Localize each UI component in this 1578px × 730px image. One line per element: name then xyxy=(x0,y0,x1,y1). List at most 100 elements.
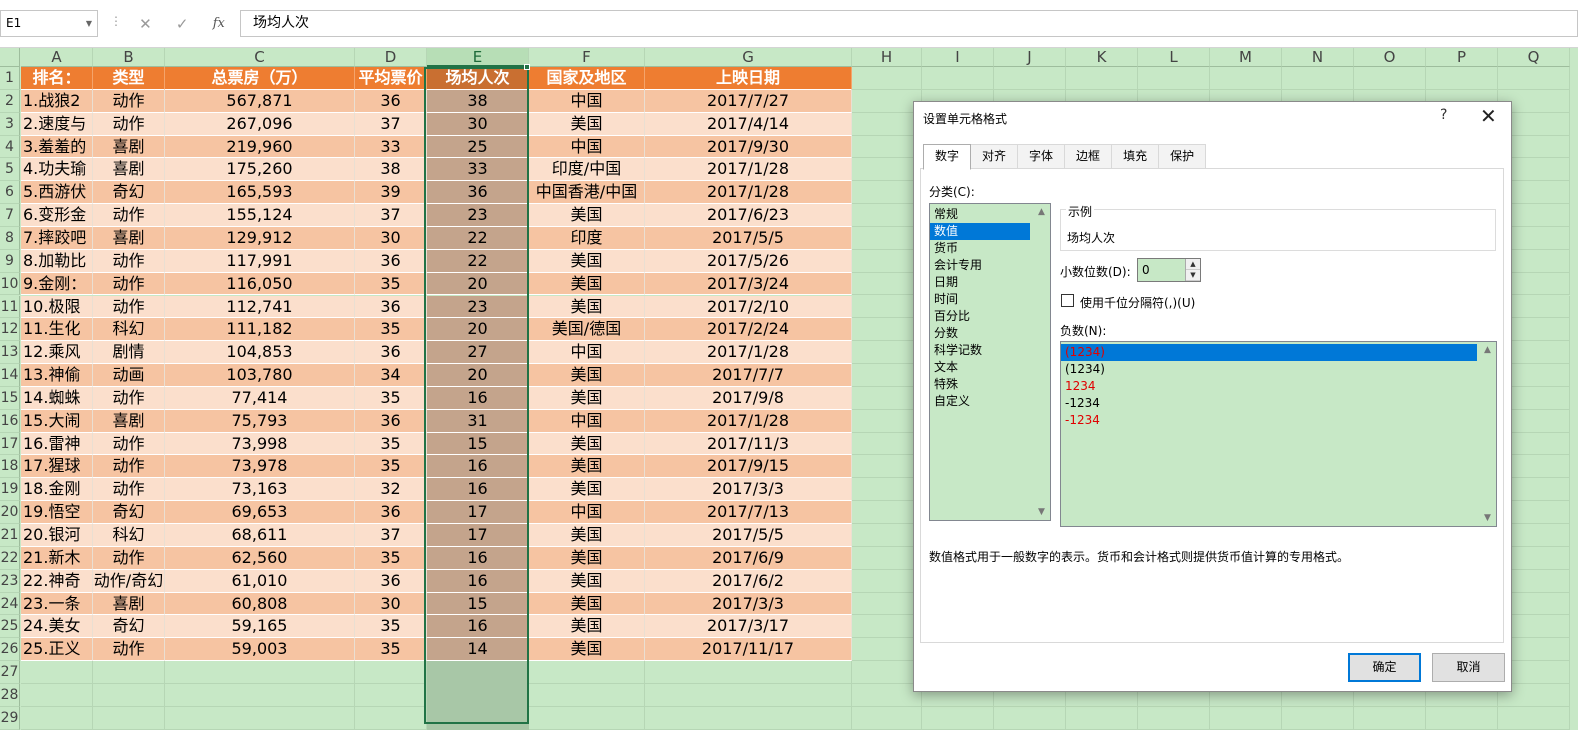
cell[interactable]: 36 xyxy=(355,295,427,319)
negative-format-item[interactable]: -1234 xyxy=(1061,412,1477,429)
cell[interactable] xyxy=(1066,706,1138,730)
cell[interactable] xyxy=(852,706,922,730)
cell[interactable]: 19.悟空 xyxy=(21,501,93,524)
cell[interactable]: 34 xyxy=(355,364,427,387)
column-header-h[interactable]: H xyxy=(852,48,922,67)
category-item[interactable]: 自定义 xyxy=(930,393,1030,410)
cell[interactable]: 15 xyxy=(427,432,529,456)
cell[interactable]: 38 xyxy=(355,158,427,182)
cell[interactable]: 23 xyxy=(427,204,529,227)
cell[interactable]: 中国 xyxy=(529,341,645,365)
cell[interactable]: 奇幻 xyxy=(93,501,165,524)
row-header[interactable]: 23 xyxy=(0,569,20,593)
column-header-l[interactable]: L xyxy=(1138,48,1210,67)
cell[interactable]: 23 xyxy=(427,295,529,319)
cell[interactable]: 2017/6/2 xyxy=(645,569,852,593)
row-header[interactable]: 22 xyxy=(0,546,20,570)
negative-format-item[interactable]: (1234) xyxy=(1061,361,1477,378)
cell[interactable] xyxy=(852,364,922,387)
cell[interactable]: 动作 xyxy=(93,112,165,136)
cell[interactable]: 美国 xyxy=(529,295,645,319)
cell[interactable]: 动作 xyxy=(93,272,165,296)
formula-input[interactable]: 场均人次 xyxy=(240,10,1578,37)
cell[interactable] xyxy=(427,683,529,707)
cell[interactable] xyxy=(21,683,93,707)
cell[interactable] xyxy=(1498,706,1570,730)
cell[interactable]: 61,010 xyxy=(165,569,355,593)
row-header[interactable]: 11 xyxy=(0,295,20,319)
cell[interactable]: 中国 xyxy=(529,135,645,159)
row-header[interactable]: 13 xyxy=(0,341,20,365)
cell[interactable]: 35 xyxy=(355,432,427,456)
spin-up-icon[interactable]: ▲ xyxy=(1186,259,1200,270)
cell[interactable] xyxy=(1354,706,1426,730)
category-item[interactable]: 日期 xyxy=(930,274,1030,291)
row-header[interactable]: 20 xyxy=(0,501,20,524)
row-header[interactable]: 3 xyxy=(0,112,20,136)
cell[interactable] xyxy=(1282,67,1354,90)
thousands-separator-label[interactable]: 使用千位分隔符(,)(U) xyxy=(1080,294,1195,311)
cell[interactable]: 2017/7/7 xyxy=(645,364,852,387)
negative-numbers-list[interactable]: (1234) (1234) 1234 -1234 -1234 ▲ ▼ xyxy=(1060,341,1497,527)
column-header-c[interactable]: C xyxy=(165,48,355,67)
cancel-icon[interactable]: ✕ xyxy=(139,15,152,33)
cell[interactable]: 美国 xyxy=(529,272,645,296)
cell[interactable] xyxy=(852,592,922,616)
cell[interactable]: 33 xyxy=(427,158,529,182)
cell[interactable]: 35 xyxy=(355,546,427,570)
cell[interactable]: 75,793 xyxy=(165,409,355,433)
cell[interactable]: 13.神偷 xyxy=(21,364,93,387)
cell[interactable] xyxy=(852,249,922,273)
cell[interactable]: 动作 xyxy=(93,386,165,410)
cell[interactable]: 美国 xyxy=(529,249,645,273)
cell[interactable]: 5.西游伏 xyxy=(21,181,93,205)
fill-handle[interactable] xyxy=(524,64,530,70)
row-header[interactable]: 9 xyxy=(0,249,20,273)
cell[interactable]: 104,853 xyxy=(165,341,355,365)
cell[interactable] xyxy=(427,661,529,684)
column-header-b[interactable]: B xyxy=(93,48,165,67)
cell[interactable]: 36 xyxy=(355,341,427,365)
scroll-up-icon[interactable]: ▲ xyxy=(1484,345,1491,355)
row-header[interactable]: 6 xyxy=(0,181,20,205)
cell[interactable]: 15 xyxy=(427,592,529,616)
cell[interactable] xyxy=(93,683,165,707)
cell[interactable]: 20 xyxy=(427,272,529,296)
cell[interactable]: 175,260 xyxy=(165,158,355,182)
negative-format-item[interactable]: -1234 xyxy=(1061,395,1477,412)
column-header-a[interactable]: A xyxy=(21,48,93,67)
cell[interactable]: 30 xyxy=(355,592,427,616)
cell[interactable]: 20 xyxy=(427,318,529,342)
tab-alignment[interactable]: 对齐 xyxy=(970,144,1019,169)
cell[interactable]: 36 xyxy=(355,89,427,113)
cell[interactable]: 117,991 xyxy=(165,249,355,273)
cell[interactable]: 73,978 xyxy=(165,455,355,479)
cell[interactable]: 美国 xyxy=(529,478,645,502)
column-header-d[interactable]: D xyxy=(355,48,427,67)
enter-icon[interactable]: ✓ xyxy=(176,15,189,33)
cell[interactable]: 68,611 xyxy=(165,524,355,547)
cell[interactable]: 36 xyxy=(355,409,427,433)
cell[interactable] xyxy=(852,272,922,296)
column-header-k[interactable]: K xyxy=(1066,48,1138,67)
cell[interactable]: 60,808 xyxy=(165,592,355,616)
cell[interactable] xyxy=(852,501,922,524)
cell[interactable]: 美国 xyxy=(529,204,645,227)
header-cell[interactable]: 平均票价 xyxy=(355,67,427,90)
cell[interactable] xyxy=(355,706,427,730)
cell[interactable]: 16 xyxy=(427,546,529,570)
row-header[interactable]: 28 xyxy=(0,683,20,707)
cell[interactable]: 12.乘风 xyxy=(21,341,93,365)
cell[interactable]: 31 xyxy=(427,409,529,433)
cell[interactable] xyxy=(922,67,994,90)
cell[interactable] xyxy=(852,135,922,159)
row-header[interactable]: 26 xyxy=(0,638,20,662)
cell[interactable]: 喜剧 xyxy=(93,409,165,433)
cell[interactable] xyxy=(852,615,922,639)
cell[interactable] xyxy=(852,89,922,113)
row-header[interactable]: 4 xyxy=(0,135,20,159)
scroll-down-icon[interactable]: ▼ xyxy=(1484,513,1491,523)
cell[interactable] xyxy=(852,318,922,342)
cell[interactable]: 2.速度与 xyxy=(21,112,93,136)
cell[interactable] xyxy=(852,546,922,570)
